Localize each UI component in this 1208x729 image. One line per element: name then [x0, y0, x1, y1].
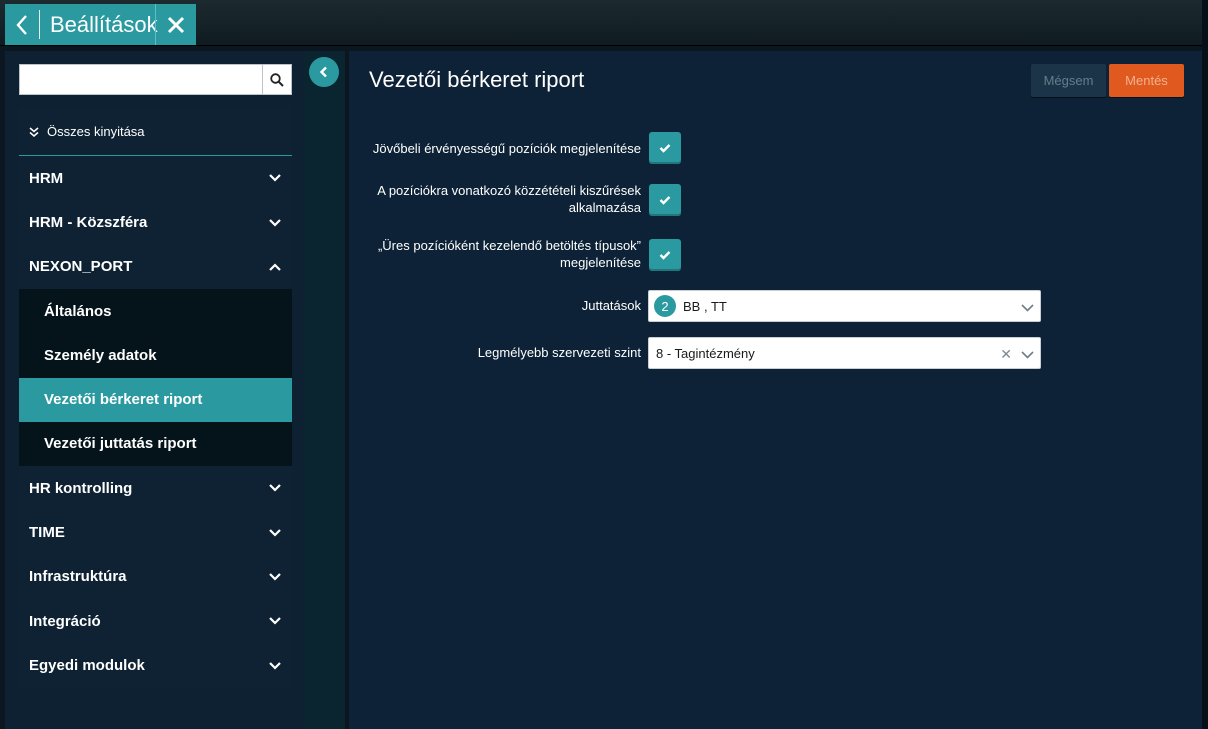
nexon-port-submenu: Általános Személy adatok Vezetői bérkere…: [19, 289, 292, 466]
submenu-item-szemely-adatok[interactable]: Személy adatok: [19, 333, 292, 377]
menu-item-label: NEXON_PORT: [29, 258, 133, 276]
menu-item-label: Infrastruktúra: [29, 568, 127, 586]
submenu-item-label: Vezetői juttatás riport: [44, 435, 197, 453]
save-button[interactable]: Mentés: [1109, 64, 1184, 97]
expand-all-button[interactable]: Összes kinyitása: [19, 108, 292, 156]
chevron-down-icon: [268, 659, 282, 673]
chevron-down-icon: [268, 481, 282, 495]
chevron-down-icon: [268, 216, 282, 230]
option-label-line: megjelenítése: [560, 255, 641, 270]
chevron-down-icon: [268, 614, 282, 628]
menu-item-label: Egyedi modulok: [29, 657, 145, 675]
window-edge: [1202, 0, 1208, 729]
sidebar-collapse-strip: [304, 51, 345, 729]
search-box: [19, 64, 292, 95]
submenu-item-vezetoi-juttatas-riport[interactable]: Vezetői juttatás riport: [19, 422, 292, 466]
menu-item-label: HRM - Közszféra: [29, 214, 148, 232]
expand-all-label: Összes kinyitása: [47, 124, 145, 139]
option-label: Jövőbeli érvényességű pozíciók megjelení…: [372, 141, 641, 156]
checkmark-icon: [659, 251, 671, 260]
search-input[interactable]: [19, 64, 262, 95]
chevron-down-icon: [1021, 300, 1034, 315]
submenu-item-label: Személy adatok: [44, 346, 157, 364]
chevron-down-icon: [268, 526, 282, 540]
option-label: „Üres pozícióként kezelendő betöltés típ…: [378, 237, 641, 271]
settings-title-tab: Beállítások: [5, 4, 196, 45]
submenu-item-label: Általános: [44, 302, 112, 320]
menu-item-label: HR kontrolling: [29, 479, 133, 497]
search-button[interactable]: [262, 64, 292, 95]
page-title: Vezetői bérkeret riport: [369, 67, 585, 92]
sidebar: Összes kinyitása HRM HRM - Közszféra NEX…: [5, 51, 304, 729]
menu-item-infrastruktura[interactable]: Infrastruktúra: [19, 554, 292, 600]
main-panel: Vezetői bérkeret riport Mégsem Mentés Jö…: [349, 51, 1202, 729]
option-label-line: A pozíciókra vonatkozó közzétételi kiszű…: [377, 183, 641, 198]
option-label: A pozíciókra vonatkozó közzétételi kiszű…: [377, 182, 641, 216]
back-button[interactable]: [5, 4, 39, 45]
submenu-item-altalanos[interactable]: Általános: [19, 289, 292, 333]
menu-item-time[interactable]: TIME: [19, 510, 292, 555]
checkmark-icon: [659, 196, 671, 205]
future-positions-checkbox[interactable]: [649, 132, 681, 164]
chevron-down-icon: [1021, 347, 1034, 362]
benefits-multiselect[interactable]: 2 BB , TT: [648, 290, 1041, 322]
selected-count-badge: 2: [654, 295, 676, 317]
menu-item-egyedi-modulok[interactable]: Egyedi modulok: [19, 643, 292, 688]
menu-item-integracio[interactable]: Integráció: [19, 599, 292, 644]
empty-position-types-checkbox[interactable]: [649, 239, 681, 271]
cancel-button[interactable]: Mégsem: [1031, 64, 1106, 97]
chevron-down-icon: [268, 171, 282, 185]
menu-item-hrm-kozszfera[interactable]: HRM - Közszféra: [19, 200, 292, 245]
publication-filters-checkbox[interactable]: [649, 184, 681, 216]
option-label-line: alkalmazása: [568, 200, 641, 215]
search-icon: [270, 72, 284, 87]
chevron-left-icon: [319, 66, 327, 78]
benefits-label: Juttatások: [581, 298, 641, 313]
menu-item-hr-kontrolling[interactable]: HR kontrolling: [19, 465, 292, 511]
org-level-label: Legmélyebb szervezeti szint: [477, 345, 641, 360]
double-chevron-down-icon: [29, 126, 39, 137]
menu-item-label: Integráció: [29, 612, 101, 630]
org-level-select[interactable]: 8 - Tagintézmény ✕: [648, 337, 1041, 369]
chevron-down-icon: [268, 570, 282, 584]
chevron-up-icon: [268, 260, 282, 274]
clear-icon[interactable]: ✕: [1000, 346, 1012, 363]
app-title: Beállítások: [50, 11, 158, 37]
org-level-value: 8 - Tagintézmény: [656, 345, 755, 361]
option-label-line: „Üres pozícióként kezelendő betöltés típ…: [377, 238, 641, 253]
settings-menu: HRM HRM - Közszféra NEXON_PORT Általános…: [19, 156, 292, 688]
chevron-left-icon: [16, 14, 27, 35]
menu-item-hrm[interactable]: HRM: [19, 156, 292, 201]
submenu-item-vezetoi-berkeret-riport[interactable]: Vezetői bérkeret riport: [19, 377, 292, 422]
menu-item-label: HRM: [29, 169, 64, 187]
checkmark-icon: [659, 144, 671, 153]
benefits-value: BB , TT: [683, 298, 727, 314]
collapse-sidebar-button[interactable]: [309, 57, 339, 87]
close-button[interactable]: [155, 4, 196, 45]
submenu-item-label: Vezetői bérkeret riport: [44, 391, 203, 409]
close-icon: [167, 16, 185, 33]
top-bar: Beállítások: [0, 0, 1208, 46]
menu-item-nexon-port[interactable]: NEXON_PORT: [19, 244, 292, 290]
menu-item-label: TIME: [29, 524, 65, 541]
